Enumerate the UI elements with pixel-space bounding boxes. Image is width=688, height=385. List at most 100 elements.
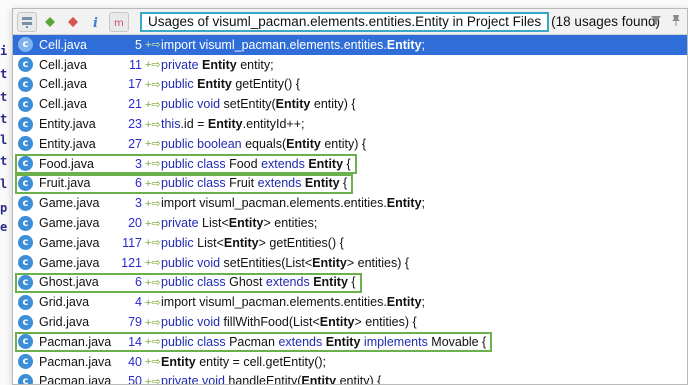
code-match: Entity <box>386 295 422 310</box>
usage-file-name: Cell.java <box>39 57 87 72</box>
code-text: ; <box>421 37 426 52</box>
usage-row[interactable]: c Pacman.java 40 +⇨ Entity entity = cell.get… <box>13 352 687 372</box>
usage-arrow-icon: +⇨ <box>145 177 161 190</box>
code-text: entity) { <box>310 97 356 112</box>
usage-line-number: 117 <box>122 235 142 250</box>
usage-file-name: Ghost.java <box>39 275 99 290</box>
code-match: Entity <box>313 275 348 290</box>
usage-row[interactable]: c Grid.java 79 +⇨ public void fillWithFood(L… <box>13 312 687 332</box>
method-icon[interactable]: m <box>109 11 129 32</box>
usage-line-number: 14 <box>128 334 142 349</box>
usage-row[interactable]: c Cell.java 17 +⇨ public Entity getEntity() … <box>13 75 687 95</box>
usage-file-name: Cell.java <box>39 77 87 92</box>
code-text: Movable { <box>431 334 487 349</box>
code-keyword: extends <box>265 275 314 290</box>
code-text: > entities; <box>263 216 318 231</box>
usage-row[interactable]: c Game.java 20 +⇨ private List<Entity> entit… <box>13 213 687 233</box>
usage-arrow-icon: +⇨ <box>145 197 161 210</box>
usage-row[interactable]: c Ghost.java 6 +⇨ public class Ghost extends… <box>13 272 687 293</box>
usage-row[interactable]: c Game.java 3 +⇨ import visuml_pacman.elemen… <box>13 193 687 213</box>
code-match: Entity <box>319 315 355 330</box>
usage-arrow-icon: +⇨ <box>145 336 161 349</box>
code-keyword: extends <box>278 334 326 349</box>
usage-line-number: 79 <box>128 315 142 330</box>
usage-arrow-icon: +⇨ <box>145 375 161 385</box>
code-text: { <box>343 156 351 171</box>
class-icon: c <box>18 373 33 384</box>
code-match: Entity <box>301 374 337 385</box>
usage-row[interactable]: c Cell.java 21 +⇨ public void setEntity(Enti… <box>13 94 687 114</box>
code-match: Entity <box>161 354 196 369</box>
usage-arrow-icon: +⇨ <box>145 138 161 151</box>
code-text: fillWithFood(List< <box>223 315 320 330</box>
expand-icon[interactable] <box>40 12 60 32</box>
usage-arrow-icon: +⇨ <box>145 257 161 270</box>
usage-arrow-icon: +⇨ <box>145 356 161 369</box>
usage-row[interactable]: c Game.java 117 +⇨ public List<Entity> getEn… <box>13 233 687 253</box>
usage-file-name: Game.java <box>39 255 100 270</box>
code-match: Entity <box>308 156 344 171</box>
code-text: equals( <box>245 136 287 151</box>
code-text: setEntities(List< <box>223 255 313 270</box>
usage-code: public void setEntity(Entity entity) { <box>161 97 356 111</box>
usage-row[interactable]: c Cell.java 5 +⇨ import visuml_pacman.elemen… <box>13 35 687 55</box>
collapse-icon[interactable] <box>63 12 83 32</box>
usage-line-number: 4 <box>135 295 142 310</box>
code-text: List< <box>202 216 229 231</box>
usage-arrow-icon: +⇨ <box>145 158 161 171</box>
code-keyword: extends <box>261 156 309 171</box>
usage-arrow-icon: +⇨ <box>145 78 161 91</box>
usage-file-name: Game.java <box>39 216 100 231</box>
usage-arrow-icon: +⇨ <box>145 59 161 72</box>
usage-code: import visuml_pacman.elements.entities.E… <box>161 295 425 309</box>
code-text: > entities) { <box>346 255 410 270</box>
usage-row[interactable]: c Entity.java 27 +⇨ public boolean equals(En… <box>13 134 687 154</box>
usage-code: public class Food extends Entity { <box>161 157 351 171</box>
usages-toolbar: i m Usages of visuml_pacman.elements.ent… <box>13 9 687 35</box>
usages-popup: i m Usages of visuml_pacman.elements.ent… <box>12 8 688 385</box>
usage-row[interactable]: c Pacman.java 50 +⇨ private void handleEntit… <box>13 372 687 385</box>
class-icon: c <box>18 294 33 310</box>
usage-row[interactable]: c Food.java 3 +⇨ public class Food extends E… <box>13 153 687 174</box>
code-match: Entity <box>286 136 321 151</box>
usage-arrow-icon: +⇨ <box>145 237 161 250</box>
usage-row[interactable]: c Entity.java 23 +⇨ this.id = Entity.entityI… <box>13 114 687 134</box>
code-match: Entity <box>202 57 237 72</box>
code-match: Entity <box>197 77 232 92</box>
usage-code: import visuml_pacman.elements.entities.E… <box>161 38 425 52</box>
usage-row[interactable]: c Game.java 121 +⇨ public void setEntities(L… <box>13 253 687 273</box>
usage-file-name: Pacman.java <box>39 354 112 369</box>
usage-line-number: 27 <box>128 136 142 151</box>
code-text: getEntity() { <box>231 77 300 92</box>
pin-icon[interactable] <box>669 13 683 30</box>
code-match: Entity <box>223 235 259 250</box>
code-text: { <box>339 176 348 191</box>
usage-code: public List<Entity> getEntities() { <box>161 236 344 250</box>
code-text: List< <box>197 235 224 250</box>
class-icon: c <box>18 136 33 152</box>
usage-line-number: 6 <box>135 275 142 290</box>
usage-file-name: Game.java <box>39 196 100 211</box>
merge-icon[interactable] <box>17 11 37 32</box>
code-keyword: public boolean <box>161 136 246 151</box>
code-text: .entityId++; <box>242 117 305 132</box>
code-text: entity; <box>236 57 274 72</box>
code-match: Entity <box>228 216 264 231</box>
class-icon: c <box>18 215 33 231</box>
usage-arrow-icon: +⇨ <box>145 217 161 230</box>
code-keyword: implements <box>360 334 432 349</box>
usage-row[interactable]: c Fruit.java 6 +⇨ public class Fruit extends… <box>13 173 687 194</box>
info-icon[interactable]: i <box>86 12 106 32</box>
filter-icon[interactable] <box>649 13 663 30</box>
code-text: ; <box>421 295 426 310</box>
code-text: entity) { <box>336 374 382 385</box>
class-icon: c <box>18 76 33 92</box>
usage-line-number: 6 <box>135 176 142 191</box>
usage-line-number: 40 <box>128 354 142 369</box>
usage-row[interactable]: c Pacman.java 14 +⇨ public class Pacman exte… <box>13 331 687 352</box>
usage-row[interactable]: c Cell.java 11 +⇨ private Entity entity; <box>13 55 687 75</box>
usage-code: public boolean equals(Entity entity) { <box>161 137 366 151</box>
class-icon: c <box>18 156 33 172</box>
class-icon: c <box>18 175 33 191</box>
usage-row[interactable]: c Grid.java 4 +⇨ import visuml_pacman.elemen… <box>13 292 687 312</box>
